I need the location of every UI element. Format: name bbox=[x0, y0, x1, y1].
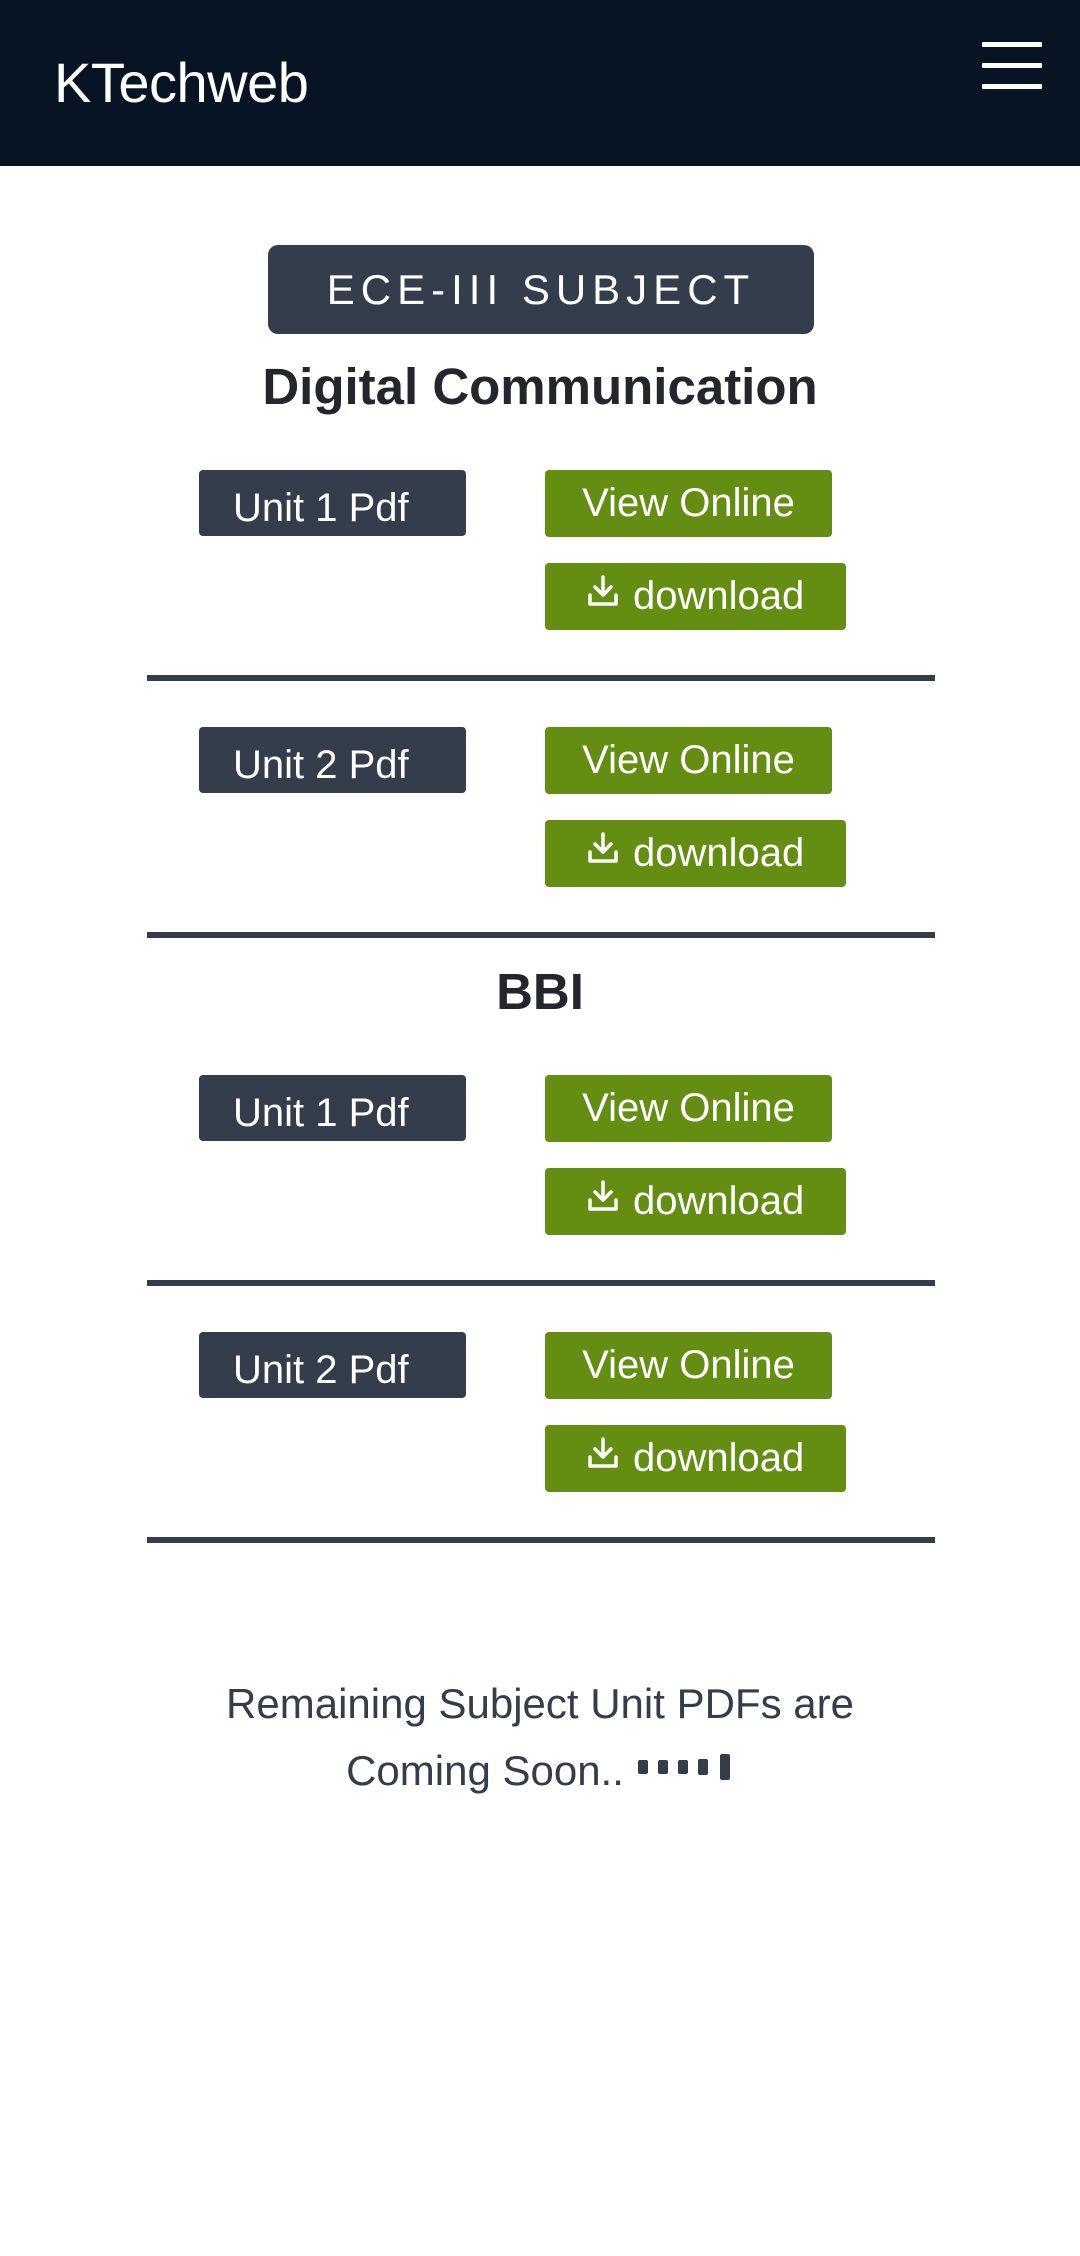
download-label: download bbox=[633, 1179, 805, 1223]
download-icon bbox=[588, 832, 618, 863]
download-label: download bbox=[633, 831, 805, 875]
page-title-badge: ECE-III SUBJECT PDF bbox=[268, 245, 814, 402]
coming-soon-line2: Coming Soon.. bbox=[346, 1747, 624, 1794]
top-navbar: KTechweb bbox=[0, 0, 1080, 166]
download-button[interactable]: download bbox=[545, 563, 846, 630]
download-label: download bbox=[633, 574, 805, 618]
download-icon bbox=[588, 1180, 618, 1211]
view-online-button[interactable]: View Online bbox=[545, 1332, 832, 1399]
view-online-button[interactable]: View Online bbox=[545, 727, 832, 794]
coming-soon-line2-wrapper: Coming Soon.. bbox=[346, 1737, 734, 1804]
brand-logo-text[interactable]: KTechweb bbox=[54, 48, 309, 118]
download-label: download bbox=[633, 1436, 805, 1480]
view-online-button[interactable]: View Online bbox=[545, 1075, 832, 1142]
section-divider bbox=[147, 675, 935, 681]
download-button[interactable]: download bbox=[545, 1168, 846, 1235]
hamburger-line bbox=[982, 63, 1042, 68]
coming-soon-line1: Remaining Subject Unit PDFs are bbox=[226, 1680, 854, 1727]
download-icon bbox=[588, 1437, 618, 1468]
download-button[interactable]: download bbox=[545, 820, 846, 887]
subject-heading-digital-communication: Digital Communication bbox=[262, 358, 818, 415]
hamburger-line bbox=[982, 42, 1042, 47]
unit-label: Unit 2 Pdf bbox=[199, 1332, 466, 1398]
coming-soon-notice: Remaining Subject Unit PDFs are Coming S… bbox=[0, 1670, 1080, 1804]
loading-dots-icon bbox=[637, 1753, 734, 1782]
section-divider bbox=[147, 932, 935, 938]
subject-heading-bbi: BBI bbox=[496, 963, 584, 1020]
hamburger-menu-icon[interactable] bbox=[976, 36, 1048, 96]
section-divider bbox=[147, 1537, 935, 1543]
unit-label: Unit 2 Pdf bbox=[199, 727, 466, 793]
hamburger-line bbox=[982, 84, 1042, 89]
view-online-button[interactable]: View Online bbox=[545, 470, 832, 537]
download-button[interactable]: download bbox=[545, 1425, 846, 1492]
unit-label: Unit 1 Pdf bbox=[199, 470, 466, 536]
unit-label: Unit 1 Pdf bbox=[199, 1075, 466, 1141]
download-icon bbox=[588, 575, 618, 606]
section-divider bbox=[147, 1280, 935, 1286]
